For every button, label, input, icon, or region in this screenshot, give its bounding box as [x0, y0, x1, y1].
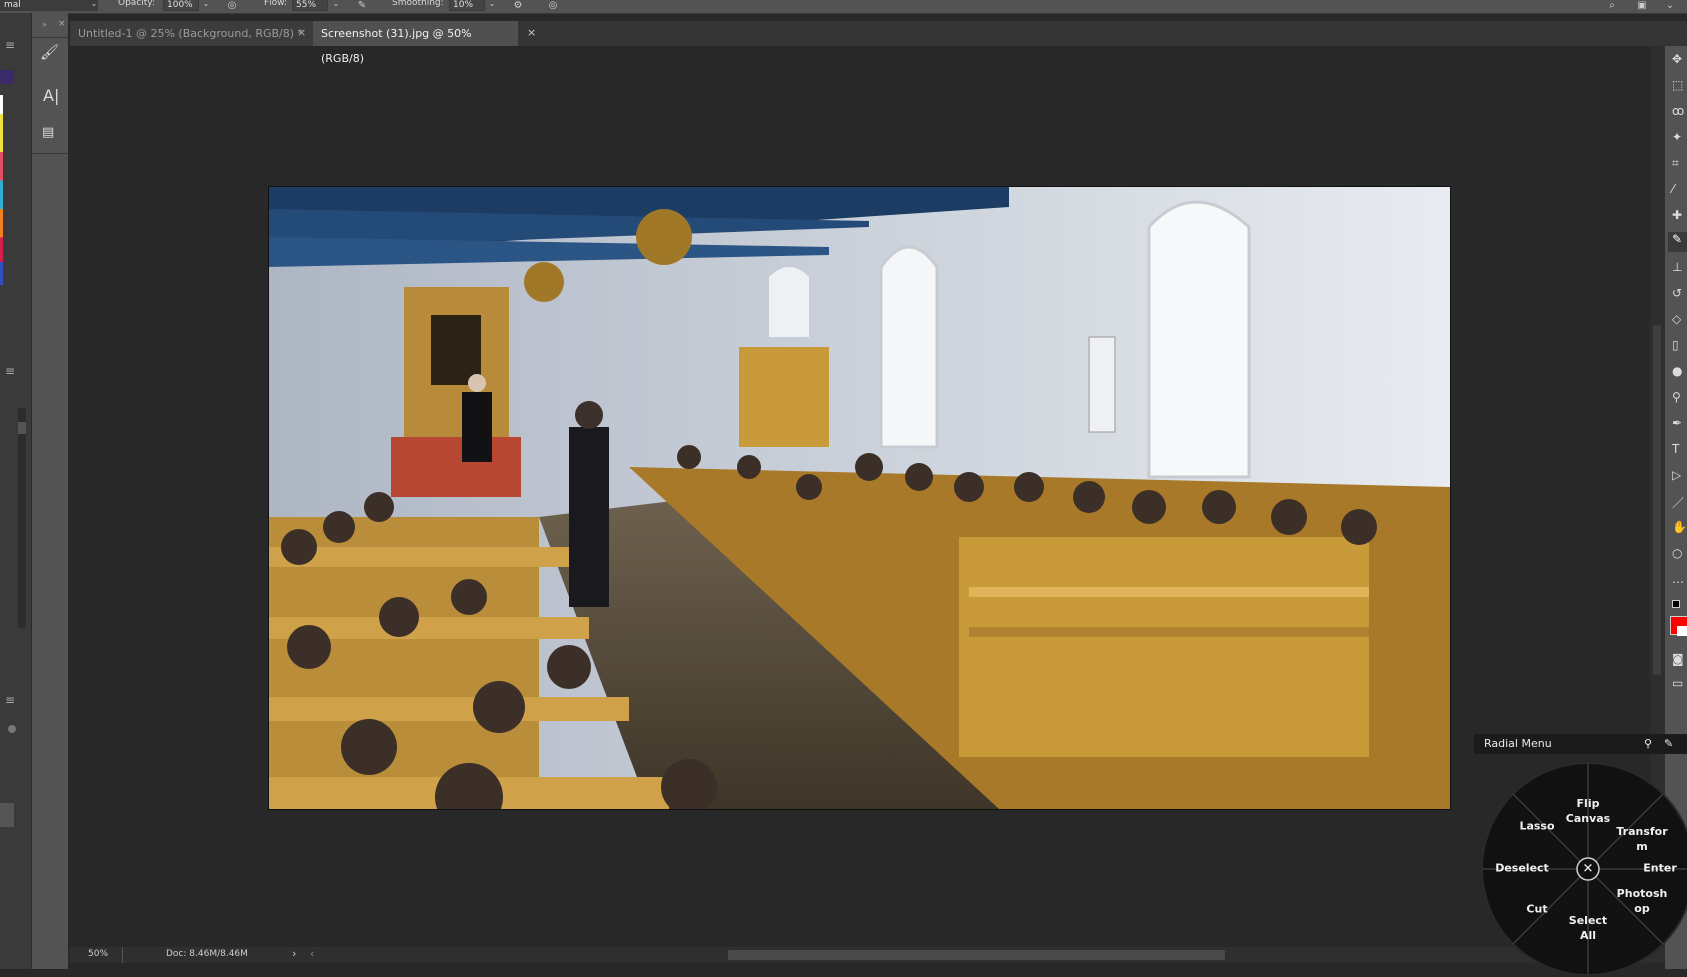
dodge-tool-icon[interactable]: ⚲ [1672, 390, 1681, 404]
horizontal-scroll-thumb[interactable] [728, 950, 1225, 960]
tab-untitled-1[interactable]: Untitled-1 @ 25% (Background, RGB/8) * [70, 21, 313, 46]
hand-tool-icon[interactable]: ✋ [1672, 520, 1687, 534]
airbrush-icon[interactable]: ✎ [356, 0, 368, 12]
left-panel-strip: ≡ ≡ ≡ [0, 13, 32, 969]
chevron-left-icon[interactable]: ‹ [310, 947, 314, 960]
mode-select[interactable]: mal [0, 0, 98, 11]
history-brush-icon[interactable]: ↺ [1672, 286, 1682, 300]
brush-tool-icon[interactable]: ✎ [1668, 232, 1687, 252]
marquee-tool-icon[interactable]: ⬚ [1672, 78, 1683, 92]
color-swatch[interactable] [0, 70, 14, 84]
radial-flip-canvas[interactable]: Flip Canvas [1566, 796, 1610, 826]
chevron-down-icon[interactable]: ⌄ [88, 0, 100, 11]
radial-cut[interactable]: Cut [1526, 902, 1547, 917]
smoothing-field[interactable]: 10% [449, 0, 485, 11]
background-color[interactable] [1677, 626, 1687, 636]
collapse-icon[interactable]: » [42, 20, 47, 29]
magic-wand-icon[interactable]: ✦ [1672, 130, 1682, 144]
radial-menu-header: Radial Menu ⚲ ✎ [1474, 734, 1687, 754]
radial-photoshop[interactable]: Photosh op [1617, 886, 1668, 916]
doc-size: Doc: 8.46M/8.46M [166, 949, 248, 959]
options-bar: mal ⌄ Opacity: 100% ⌄ ◎ Flow: 55% ⌄ ✎ Sm… [0, 0, 1687, 14]
swatches-strip[interactable] [0, 95, 3, 285]
flow-label: Flow: [264, 0, 288, 8]
zoom-tool-icon[interactable]: ○ [1672, 546, 1682, 560]
gear-icon[interactable]: ⚙ [512, 0, 524, 12]
default-colors-icon[interactable] [1672, 600, 1680, 608]
flow-field[interactable]: 55% [292, 0, 328, 11]
radial-lasso[interactable]: Lasso [1519, 819, 1554, 834]
panel-menu-icon[interactable]: ≡ [5, 364, 15, 378]
chevron-down-icon[interactable]: ⌄ [200, 0, 212, 11]
workspace-icon[interactable]: ▣ [1636, 0, 1648, 12]
quick-mask-icon[interactable]: ◙ [1672, 652, 1684, 666]
church-photo [269, 187, 1450, 809]
brush-settings-icon[interactable]: 🖌 [40, 43, 60, 65]
tool-column: » × 🖌 A| ▤ [32, 13, 69, 969]
tab-label: Untitled-1 @ 25% (Background, RGB/8) * [78, 27, 304, 40]
chevron-down-icon[interactable]: ⌄ [486, 0, 498, 11]
pressure-opacity-icon[interactable]: ◎ [226, 0, 238, 12]
opacity-field[interactable]: 100% [163, 0, 199, 11]
radial-menu: ✕ Flip Canvas Transfor m Enter Photosh o… [1480, 761, 1687, 977]
stamp-tool-icon[interactable]: ⊥ [1672, 260, 1682, 274]
healing-brush-icon[interactable]: ✚ [1672, 208, 1682, 222]
path-select-icon[interactable]: ▷ [1672, 468, 1681, 482]
panel-menu-icon[interactable]: ≡ [5, 38, 15, 52]
radial-select-all[interactable]: Select All [1569, 913, 1607, 943]
type-tool-icon[interactable]: T [1672, 442, 1679, 456]
layer-thumbnail[interactable] [0, 803, 14, 827]
vertical-scroll-thumb[interactable] [1653, 325, 1661, 675]
radial-menu-title: Radial Menu [1484, 737, 1552, 750]
screen-mode-icon[interactable]: ▭ [1672, 676, 1683, 690]
chevron-right-icon[interactable]: › [292, 947, 296, 960]
opacity-label: Opacity: [118, 0, 155, 8]
more-tools-icon[interactable]: … [1672, 572, 1684, 586]
lasso-tool-icon[interactable]: ꝏ [1672, 104, 1684, 118]
move-tool-icon[interactable]: ✥ [1672, 52, 1682, 66]
character-panel-icon[interactable]: A| [43, 86, 59, 105]
wrench-icon[interactable]: ✎ [1664, 734, 1673, 754]
layer-dot-icon [8, 725, 16, 733]
eyedropper-icon[interactable]: ⁄ [1672, 182, 1674, 196]
pressure-size-icon[interactable]: ◎ [547, 0, 559, 12]
line-tool-icon[interactable]: ／ [1672, 494, 1684, 511]
radial-deselect[interactable]: Deselect [1495, 861, 1549, 876]
close-icon[interactable]: × [297, 26, 306, 39]
close-icon[interactable]: × [527, 26, 536, 39]
crop-tool-icon[interactable]: ⌗ [1672, 156, 1679, 171]
smoothing-label: Smoothing: [392, 0, 444, 8]
zoom-level[interactable]: 50% [88, 949, 108, 959]
tab-screenshot-31[interactable]: Screenshot (31).jpg @ 50% (RGB/8) [313, 21, 518, 65]
document-image[interactable] [268, 186, 1451, 810]
document-tabs: Untitled-1 @ 25% (Background, RGB/8) * ×… [70, 21, 1687, 65]
panel-menu-icon[interactable]: ≡ [5, 693, 15, 707]
blur-tool-icon[interactable]: ● [1672, 364, 1682, 378]
eraser-icon[interactable]: ◇ [1672, 312, 1681, 326]
chevron-down-icon[interactable]: ⌄ [1664, 0, 1676, 12]
panel-scrollbar[interactable] [18, 408, 26, 628]
radial-enter[interactable]: Enter [1643, 861, 1677, 876]
radial-close-icon[interactable]: ✕ [1583, 862, 1594, 877]
gradient-tool-icon[interactable]: ▯ [1672, 338, 1679, 352]
radial-transform[interactable]: Transfor m [1616, 824, 1667, 854]
chevron-down-icon[interactable]: ⌄ [330, 0, 342, 11]
search-icon[interactable]: ⌕ [1606, 0, 1618, 12]
pen-tool-icon[interactable]: ✒ [1672, 416, 1682, 430]
pin-icon[interactable]: ⚲ [1644, 734, 1652, 754]
close-icon[interactable]: × [58, 19, 66, 29]
properties-icon[interactable]: ▤ [42, 125, 58, 140]
